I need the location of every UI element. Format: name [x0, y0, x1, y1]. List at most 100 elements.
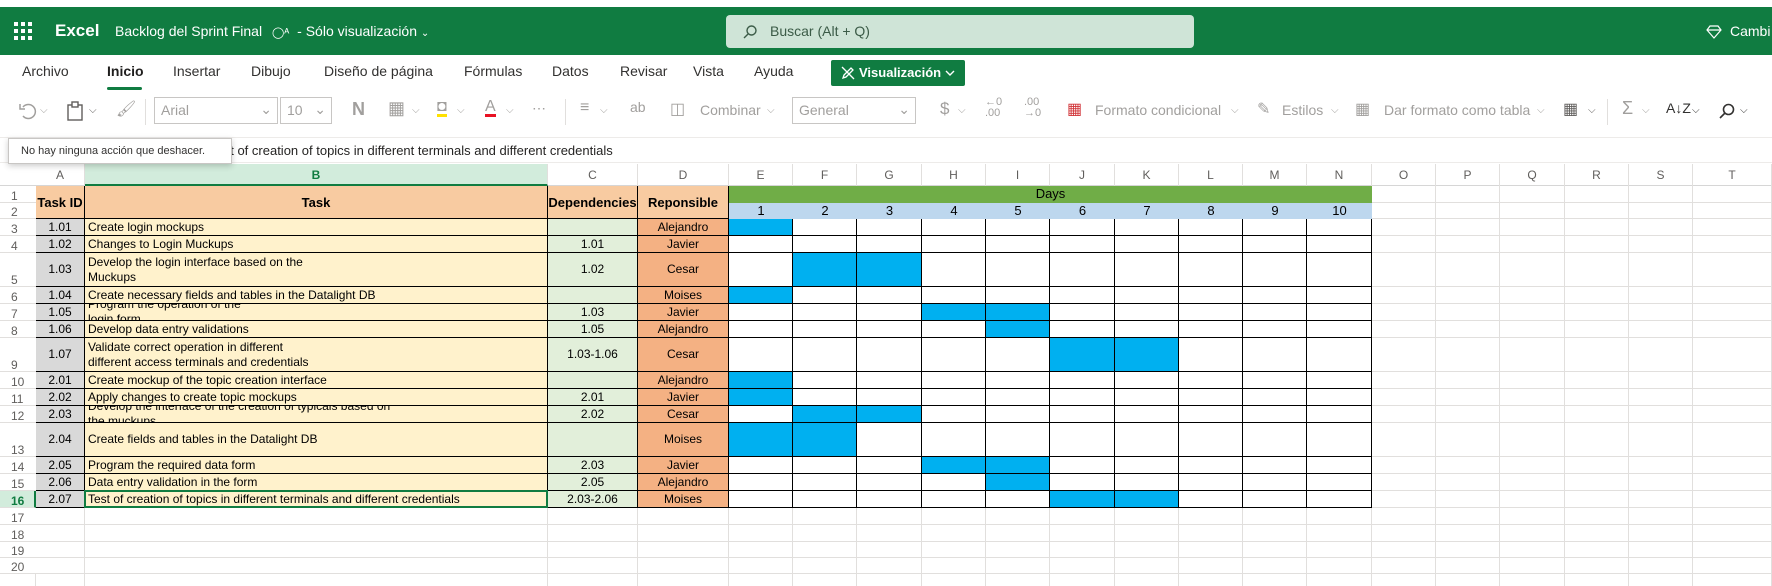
gantt-empty-cell[interactable]: [857, 219, 922, 236]
sort-filter-dropdown-icon[interactable]: ⌵: [1692, 105, 1700, 116]
gantt-empty-cell[interactable]: [1179, 304, 1243, 321]
tab-vista[interactable]: Vista: [693, 63, 724, 79]
gantt-empty-cell[interactable]: [1243, 406, 1307, 423]
view-mode-button[interactable]: Visualización: [831, 60, 965, 86]
styles-icon[interactable]: ✎: [1257, 99, 1270, 119]
dependencies-cell[interactable]: 2.05: [548, 474, 638, 491]
gantt-empty-cell[interactable]: [922, 372, 986, 389]
gantt-empty-cell[interactable]: [1115, 457, 1179, 474]
gantt-empty-cell[interactable]: [1243, 389, 1307, 406]
gantt-empty-cell[interactable]: [1307, 253, 1372, 287]
responsible-cell[interactable]: Javier: [638, 457, 729, 474]
header-dependencies[interactable]: Dependencies: [548, 186, 638, 219]
insert-cells-icon[interactable]: ▦: [1563, 99, 1578, 119]
wrap-text-icon[interactable]: ab: [630, 99, 646, 115]
responsible-cell[interactable]: Alejandro: [638, 321, 729, 338]
gantt-empty-cell[interactable]: [1115, 406, 1179, 423]
dependencies-cell[interactable]: [548, 219, 638, 236]
gantt-bar-cell[interactable]: [729, 219, 793, 236]
font-size-select[interactable]: 10 ⌄: [280, 97, 332, 124]
gantt-empty-cell[interactable]: [1243, 491, 1307, 508]
gantt-bar-cell[interactable]: [986, 304, 1050, 321]
tab-formulas[interactable]: Fórmulas: [464, 63, 522, 79]
row-header[interactable]: 3: [0, 219, 36, 236]
gantt-empty-cell[interactable]: [1179, 338, 1243, 372]
gantt-empty-cell[interactable]: [1243, 372, 1307, 389]
gantt-empty-cell[interactable]: [1115, 372, 1179, 389]
gantt-empty-cell[interactable]: [1115, 253, 1179, 287]
gantt-empty-cell[interactable]: [1115, 321, 1179, 338]
task-id-cell[interactable]: 1.06: [36, 321, 85, 338]
task-name-cell[interactable]: Develop the login interface based on the…: [85, 253, 548, 287]
column-header[interactable]: C: [548, 164, 638, 186]
search-box[interactable]: Buscar (Alt + Q): [726, 15, 1194, 48]
task-name-cell[interactable]: Program the operation of the login form: [85, 304, 548, 321]
borders-dropdown-icon[interactable]: ⌵: [412, 105, 420, 116]
gantt-empty-cell[interactable]: [793, 474, 857, 491]
gantt-empty-cell[interactable]: [793, 491, 857, 508]
currency-button[interactable]: $: [940, 99, 949, 119]
gantt-empty-cell[interactable]: [1179, 287, 1243, 304]
gantt-empty-cell[interactable]: [1179, 321, 1243, 338]
column-header[interactable]: J: [1050, 164, 1115, 186]
dependencies-cell[interactable]: 1.01: [548, 236, 638, 253]
app-launcher-icon[interactable]: [14, 22, 32, 40]
dependencies-cell[interactable]: 2.03: [548, 457, 638, 474]
task-name-cell[interactable]: Test of creation of topics in different …: [85, 491, 548, 508]
spreadsheet-grid[interactable]: ABCDEFGHIJKLMNOPQRST 1 2 3 4 5 6 7 8 9 10 11 12 13 14…: [0, 164, 1772, 586]
bold-button[interactable]: N: [352, 99, 365, 120]
row-header[interactable]: 11: [0, 389, 36, 406]
gantt-empty-cell[interactable]: [986, 372, 1050, 389]
gantt-empty-cell[interactable]: [1050, 253, 1115, 287]
gantt-empty-cell[interactable]: [1243, 219, 1307, 236]
gantt-bar-cell[interactable]: [986, 457, 1050, 474]
undo-dropdown-icon[interactable]: ⌵: [40, 105, 48, 116]
gantt-empty-cell[interactable]: [986, 236, 1050, 253]
gantt-empty-cell[interactable]: [1243, 236, 1307, 253]
dependencies-cell[interactable]: 2.02: [548, 406, 638, 423]
gantt-bar-cell[interactable]: [922, 457, 986, 474]
column-header[interactable]: A: [36, 164, 85, 186]
responsible-cell[interactable]: Cesar: [638, 338, 729, 372]
dependencies-cell[interactable]: 1.03: [548, 304, 638, 321]
column-header[interactable]: O: [1372, 164, 1436, 186]
task-name-cell[interactable]: Changes to Login Muckups: [85, 236, 548, 253]
row-header[interactable]: 19: [0, 542, 36, 558]
column-header[interactable]: I: [986, 164, 1050, 186]
task-id-cell[interactable]: 1.02: [36, 236, 85, 253]
row-header[interactable]: 12: [0, 406, 36, 423]
gantt-bar-cell[interactable]: [793, 406, 857, 423]
undo-icon[interactable]: [18, 102, 40, 120]
merge-icon[interactable]: ◫: [670, 99, 685, 119]
task-name-cell[interactable]: Create mockup of the topic creation inte…: [85, 372, 548, 389]
gantt-empty-cell[interactable]: [1307, 219, 1372, 236]
gantt-empty-cell[interactable]: [1050, 304, 1115, 321]
gantt-empty-cell[interactable]: [1243, 457, 1307, 474]
tab-ayuda[interactable]: Ayuda: [754, 63, 793, 79]
gantt-empty-cell[interactable]: [793, 389, 857, 406]
gantt-empty-cell[interactable]: [1307, 457, 1372, 474]
tab-inicio[interactable]: Inicio: [107, 63, 144, 79]
gantt-bar-cell[interactable]: [922, 304, 986, 321]
gantt-empty-cell[interactable]: [1307, 321, 1372, 338]
row-header[interactable]: 1: [0, 186, 36, 203]
dependencies-cell[interactable]: 2.03-2.06: [548, 491, 638, 508]
gantt-empty-cell[interactable]: [857, 321, 922, 338]
gantt-empty-cell[interactable]: [1179, 491, 1243, 508]
font-name-select[interactable]: Arial ⌄: [154, 97, 278, 124]
number-format-select[interactable]: General ⌄: [792, 97, 916, 124]
responsible-cell[interactable]: Javier: [638, 389, 729, 406]
gantt-empty-cell[interactable]: [793, 236, 857, 253]
gantt-empty-cell[interactable]: [1243, 338, 1307, 372]
gantt-empty-cell[interactable]: [1307, 423, 1372, 457]
gantt-empty-cell[interactable]: [729, 236, 793, 253]
styles-button[interactable]: Estilos: [1282, 102, 1323, 118]
responsible-cell[interactable]: Alejandro: [638, 474, 729, 491]
merge-button[interactable]: Combinar: [700, 102, 761, 118]
row-header[interactable]: 20: [0, 558, 36, 574]
task-name-cell[interactable]: Develop the interface of the creation of…: [85, 406, 548, 423]
borders-icon[interactable]: ▦: [388, 98, 405, 119]
gantt-empty-cell[interactable]: [793, 304, 857, 321]
responsible-cell[interactable]: Moises: [638, 287, 729, 304]
task-name-cell[interactable]: Validate correct operation in different …: [85, 338, 548, 372]
